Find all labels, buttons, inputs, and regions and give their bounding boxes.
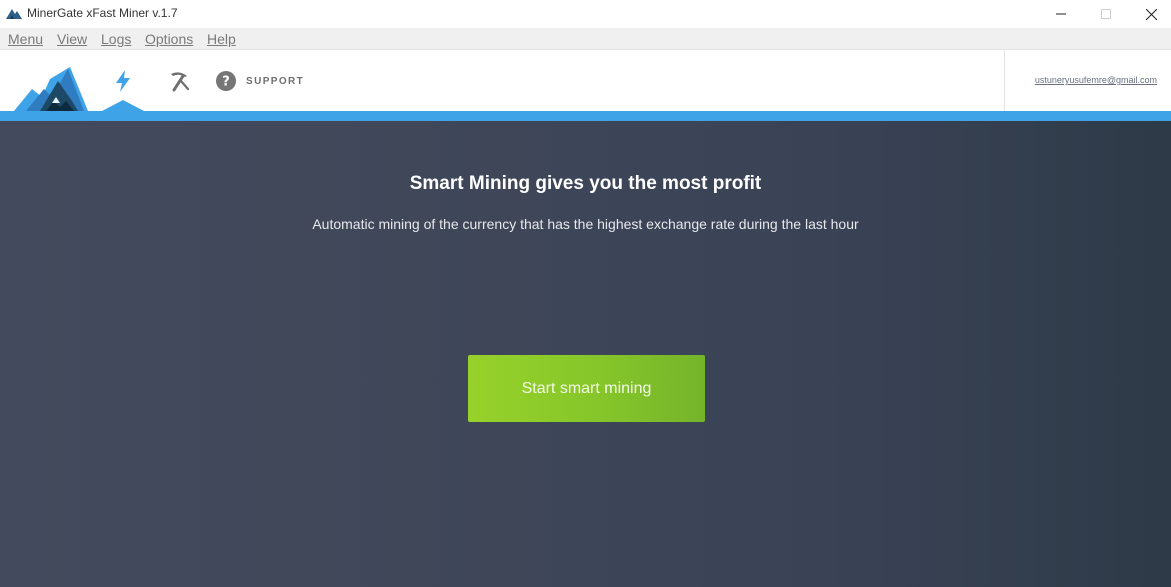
page-subtitle: Automatic mining of the currency that ha… [312,216,859,232]
support-label: SUPPORT [246,75,305,87]
nav-support[interactable]: ? SUPPORT [216,51,316,111]
maximize-button[interactable] [1083,0,1129,28]
menu-item-options[interactable]: Options [145,31,193,47]
lightning-icon [116,70,130,92]
nav-classic-mining[interactable] [158,51,200,111]
window-title: MinerGate xFast Miner v.1.7 [27,6,178,20]
user-area: ustuneryusufemre@gmail.com [1004,51,1171,111]
close-button[interactable] [1128,0,1171,28]
start-smart-mining-button[interactable]: Start smart mining [468,355,705,422]
svg-text:?: ? [222,75,230,90]
header-accent-strip [0,111,1171,121]
page-title: Smart Mining gives you the most profit [409,173,762,194]
menu-item-menu[interactable]: Menu [8,31,43,47]
app-header: ? SUPPORT ustuneryusufemre@gmail.com [0,51,1171,111]
minimize-button[interactable] [1038,0,1084,28]
minergate-app-icon [6,9,22,19]
menu-bar: Menu View Logs Options Help [0,28,1171,50]
window-titlebar: MinerGate xFast Miner v.1.7 [0,0,1171,28]
menu-item-logs[interactable]: Logs [101,31,131,47]
pickaxe-icon [171,72,190,92]
user-email-link[interactable]: ustuneryusufemre@gmail.com [1035,75,1157,85]
maximize-icon [1101,9,1111,19]
smart-mining-panel: Smart Mining gives you the most profit A… [0,121,1171,587]
minergate-logo [14,67,88,111]
menu-item-help[interactable]: Help [207,31,236,47]
minimize-icon [1056,13,1066,15]
close-icon [1145,8,1157,20]
active-nav-indicator [102,100,144,111]
menu-item-view[interactable]: View [57,31,87,47]
question-icon: ? [216,71,236,91]
